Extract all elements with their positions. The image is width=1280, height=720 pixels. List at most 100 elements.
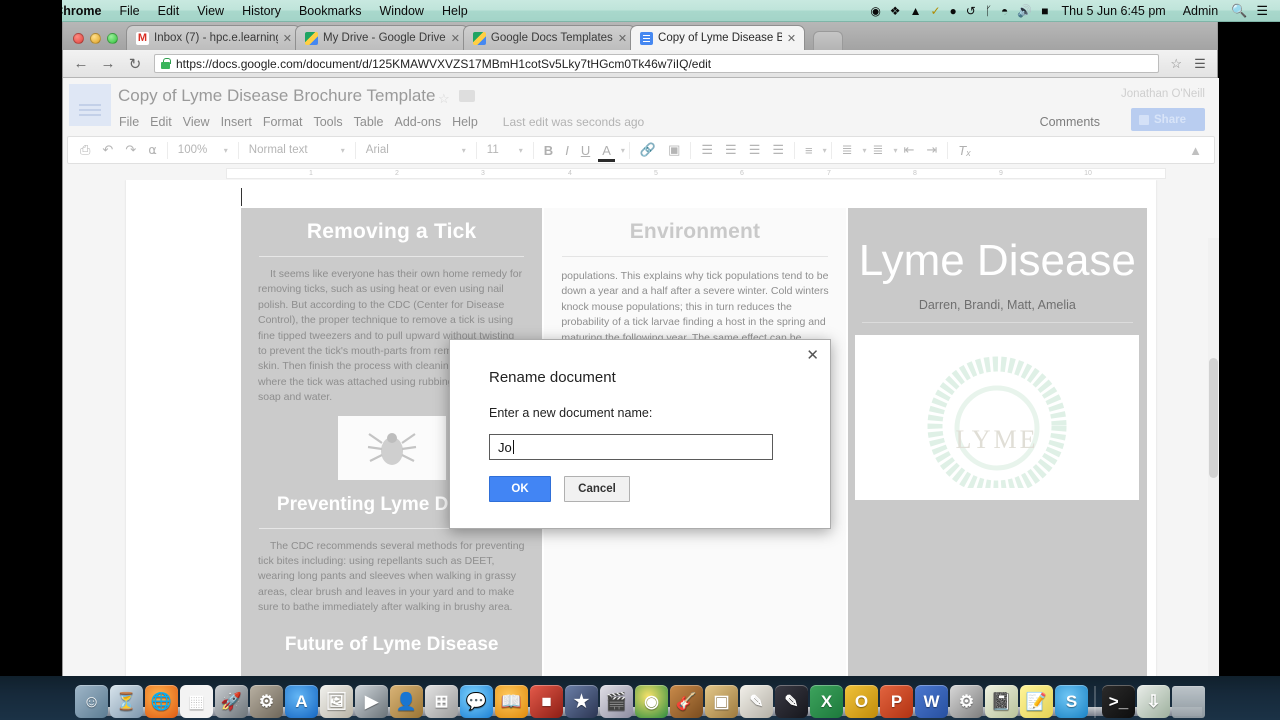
magazine-icon[interactable]: 📓 <box>985 685 1018 718</box>
bluetooth-icon[interactable]: ᚴ <box>985 5 992 17</box>
tab-close-icon[interactable]: ✕ <box>451 32 460 45</box>
tab-label: Inbox (7) - hpc.e.learning <box>154 32 278 44</box>
tab-my-drive[interactable]: My Drive - Google Drive ✕ <box>295 25 469 50</box>
address-bar[interactable]: https://docs.google.com/document/d/125KM… <box>154 54 1160 73</box>
imovie-icon[interactable]: ✭ <box>565 685 598 718</box>
chrome-icon[interactable]: ◉ <box>635 685 668 718</box>
system-prefs-icon[interactable]: ⚙ <box>250 685 283 718</box>
notes-icon[interactable]: ✎ <box>740 685 773 718</box>
reload-icon[interactable]: ↻ <box>127 55 143 73</box>
menu-edit[interactable]: Edit <box>149 4 189 18</box>
tab-label: My Drive - Google Drive <box>323 32 446 44</box>
battery-icon[interactable]: ■ <box>1041 5 1048 17</box>
firefox-icon[interactable]: 🌐 <box>145 685 178 718</box>
skype-icon[interactable]: S <box>1055 685 1088 718</box>
chrome-window: M Inbox (7) - hpc.e.learning ✕ My Drive … <box>62 22 1219 682</box>
record-icon[interactable]: ◉ <box>870 5 880 17</box>
keynote-icon[interactable]: ▣ <box>705 685 738 718</box>
menubar-clock[interactable]: Thu 5 Jun 6:45 pm <box>1057 4 1169 18</box>
appstore-icon[interactable]: A <box>285 685 318 718</box>
document-name-input[interactable]: Jo <box>489 434 773 460</box>
ok-button[interactable]: OK <box>489 476 551 502</box>
dock-items: ☺ ⏳ 🌐 ▦ 🚀 ⚙ A 🖼 ▶ 👤 ⊞ 💬 📖 ■ ✭ 🎬 ◉ 🎸 ▣ ✎ … <box>69 680 1211 720</box>
liveinterior-icon[interactable]: ■ <box>530 685 563 718</box>
menu-view[interactable]: View <box>188 4 233 18</box>
contacts-icon[interactable]: 👤 <box>390 685 423 718</box>
menu-help[interactable]: Help <box>433 4 477 18</box>
mac-dock: ☺ ⏳ 🌐 ▦ 🚀 ⚙ A 🖼 ▶ 👤 ⊞ 💬 📖 ■ ✭ 🎬 ◉ 🎸 ▣ ✎ … <box>0 676 1280 720</box>
messages-icon[interactable]: 💬 <box>460 685 493 718</box>
notification-center-icon[interactable]: ☰ <box>1256 4 1268 17</box>
maximize-window-button[interactable] <box>107 33 118 44</box>
excel-icon[interactable]: X <box>810 685 843 718</box>
illustrator-icon[interactable]: ✎ <box>775 685 808 718</box>
forward-arrow-icon[interactable]: → <box>100 55 116 72</box>
google-docs-app: Copy of Lyme Disease Brochure Template ☆… <box>63 78 1219 682</box>
docs-icon <box>640 31 654 45</box>
chrome-toolbar: ← → ↻ https://docs.google.com/document/d… <box>63 50 1217 78</box>
finalcut-icon[interactable]: 🎬 <box>600 685 633 718</box>
search-icon[interactable]: 🔍 <box>1231 4 1247 17</box>
volume-icon[interactable]: 🔊 <box>1017 5 1032 17</box>
shield-icon[interactable]: ● <box>950 5 957 17</box>
finder-icon[interactable]: ☺ <box>75 685 108 718</box>
drive-icon <box>305 31 318 45</box>
lock-icon <box>161 58 171 69</box>
menu-file[interactable]: File <box>110 4 148 18</box>
tab-google-docs-templates[interactable]: Google Docs Templates ✕ <box>462 25 637 50</box>
calculator-icon[interactable]: ⊞ <box>425 685 458 718</box>
outlook-icon[interactable]: O <box>845 685 878 718</box>
word-icon[interactable]: W <box>915 685 948 718</box>
powerpoint-icon[interactable]: P <box>880 685 913 718</box>
menu-history[interactable]: History <box>233 4 290 18</box>
menu-bookmarks[interactable]: Bookmarks <box>290 4 371 18</box>
gmail-icon: M <box>136 31 149 45</box>
mac-menu-bar:  Chrome File Edit View History Bookmark… <box>0 0 1280 22</box>
bookmark-star-icon[interactable]: ☆ <box>1170 56 1182 72</box>
backup-icon[interactable]: ▲ <box>910 5 922 17</box>
timemachine-icon[interactable]: ↺ <box>966 5 976 17</box>
dashboard-icon[interactable]: ⏳ <box>110 685 143 718</box>
screen:  Chrome File Edit View History Bookmark… <box>0 0 1280 720</box>
input-caret <box>512 440 514 454</box>
xcode-icon[interactable]: 🚀 <box>215 685 248 718</box>
dropbox-icon[interactable]: ❖ <box>890 5 901 17</box>
dialog-buttons: OK Cancel <box>489 476 830 502</box>
tab-inbox[interactable]: M Inbox (7) - hpc.e.learning ✕ <box>126 25 301 50</box>
chrome-menu-icon[interactable]: ☰ <box>1193 56 1207 72</box>
cancel-button[interactable]: Cancel <box>564 476 630 502</box>
terminal-icon[interactable]: >_ <box>1102 685 1135 718</box>
tab-close-icon[interactable]: ✕ <box>618 32 627 45</box>
drive-icon <box>472 31 486 45</box>
address-bar-url: https://docs.google.com/document/d/125KM… <box>176 56 712 71</box>
tab-close-icon[interactable]: ✕ <box>283 32 292 45</box>
minimize-window-button[interactable] <box>90 33 101 44</box>
quicktime-icon[interactable]: ▶ <box>355 685 388 718</box>
tab-label: Copy of Lyme Disease Bro <box>658 32 782 44</box>
stickies-icon[interactable]: 📝 <box>1020 685 1053 718</box>
downloads-icon[interactable]: ⇩ <box>1137 685 1170 718</box>
desktop-left-margin <box>0 0 62 698</box>
tab-copy-of-lyme-disease-brochure[interactable]: Copy of Lyme Disease Bro ✕ <box>630 25 806 50</box>
menubar-user[interactable]: Admin <box>1179 4 1222 18</box>
preview-icon[interactable]: 🖼 <box>320 685 353 718</box>
document-name-input-value: Jo <box>498 439 512 455</box>
new-tab-button[interactable] <box>813 31 844 50</box>
window-controls <box>67 33 126 50</box>
close-window-button[interactable] <box>73 33 84 44</box>
garageband-icon[interactable]: 🎸 <box>670 685 703 718</box>
back-arrow-icon[interactable]: ← <box>73 55 89 72</box>
trash-icon[interactable] <box>1172 686 1205 718</box>
launchpad-icon[interactable]: ▦ <box>180 685 213 718</box>
wifi-icon[interactable]: ◓ <box>1001 5 1008 17</box>
desktop-right-margin <box>1218 22 1280 698</box>
checkmark-icon[interactable]: ✓ <box>930 5 940 17</box>
modal-overlay: ✕ Rename document Enter a new document n… <box>63 78 1219 682</box>
menu-window[interactable]: Window <box>371 4 433 18</box>
tab-close-icon[interactable]: ✕ <box>787 32 796 45</box>
ibooks-icon[interactable]: 📖 <box>495 685 528 718</box>
utilities-icon[interactable]: ⚙ <box>950 685 983 718</box>
tab-strip: M Inbox (7) - hpc.e.learning ✕ My Drive … <box>63 22 1217 50</box>
close-icon[interactable]: ✕ <box>806 348 819 363</box>
dialog-title: Rename document <box>489 369 616 386</box>
